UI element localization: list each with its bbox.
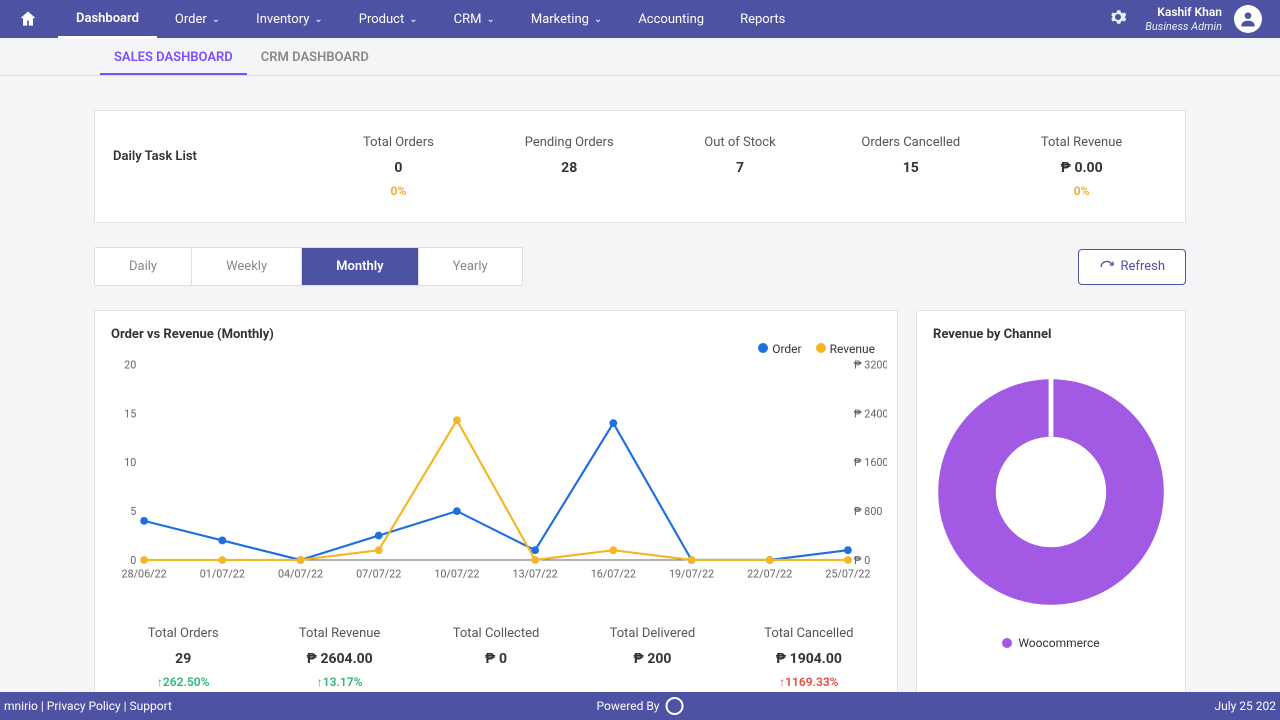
svg-text:22/07/22: 22/07/22 — [747, 568, 792, 581]
home-icon[interactable] — [18, 9, 38, 29]
svg-text:19/07/22: 19/07/22 — [669, 568, 714, 581]
nav-inventory[interactable]: Inventory⌄ — [238, 0, 341, 38]
svg-text:10/07/22: 10/07/22 — [434, 568, 479, 581]
svg-text:₱ 0: ₱ 0 — [854, 554, 871, 567]
daily-task-title: Daily Task List — [113, 135, 313, 164]
nav-order[interactable]: Order⌄ — [157, 0, 238, 38]
svg-text:13/07/22: 13/07/22 — [513, 568, 558, 581]
summary-item: Total Collected₱ 0 — [418, 626, 574, 689]
user-role: Business Admin — [1145, 20, 1222, 33]
footer-date: July 25 202 — [1214, 699, 1276, 713]
donut-legend: Woocommerce — [1002, 636, 1099, 650]
period-daily[interactable]: Daily — [95, 248, 192, 285]
summary-item: Total Delivered₱ 200 — [574, 626, 730, 689]
nav-reports[interactable]: Reports — [722, 0, 803, 38]
summary-item: Total Orders29↑262.50% — [105, 626, 261, 689]
line-chart-title: Order vs Revenue (Monthly) — [105, 327, 887, 342]
nav-crm[interactable]: CRM⌄ — [436, 0, 513, 38]
donut-chart — [931, 372, 1171, 612]
svg-text:28/06/22: 28/06/22 — [122, 568, 167, 581]
svg-text:04/07/22: 04/07/22 — [278, 568, 323, 581]
stat-item: Pending Orders28 — [484, 135, 655, 198]
svg-text:5: 5 — [130, 505, 136, 518]
nav-product[interactable]: Product⌄ — [341, 0, 436, 38]
refresh-button[interactable]: Refresh — [1078, 249, 1186, 285]
tab-crm-dashboard[interactable]: CRM DASHBOARD — [247, 42, 383, 75]
period-yearly[interactable]: Yearly — [419, 248, 522, 285]
summary-item: Total Revenue₱ 2604.00↑13.17% — [261, 626, 417, 689]
user-menu[interactable]: Kashif Khan Business Admin — [1145, 5, 1262, 33]
nav-marketing[interactable]: Marketing⌄ — [513, 0, 620, 38]
user-name: Kashif Khan — [1145, 5, 1222, 19]
svg-text:₱ 2400: ₱ 2400 — [854, 407, 887, 420]
top-nav: DashboardOrder⌄Inventory⌄Product⌄CRM⌄Mar… — [0, 0, 1280, 38]
svg-text:16/07/22: 16/07/22 — [591, 568, 636, 581]
svg-text:15: 15 — [124, 407, 136, 420]
period-row: DailyWeeklyMonthlyYearly Refresh — [94, 247, 1186, 286]
stat-item: Total Orders00% — [313, 135, 484, 198]
brand-icon — [665, 697, 683, 715]
stat-item: Total Revenue₱ 0.000% — [996, 135, 1167, 198]
nav-dashboard[interactable]: Dashboard — [58, 0, 157, 38]
period-monthly[interactable]: Monthly — [302, 248, 418, 285]
avatar-icon[interactable] — [1234, 5, 1262, 33]
svg-text:07/07/22: 07/07/22 — [356, 568, 401, 581]
tab-sales-dashboard[interactable]: SALES DASHBOARD — [100, 42, 247, 75]
svg-text:0: 0 — [130, 554, 136, 567]
svg-text:₱ 800: ₱ 800 — [854, 505, 883, 518]
period-toggle: DailyWeeklyMonthlyYearly — [94, 247, 523, 286]
revenue-by-channel-card: Revenue by Channel Woocommerce — [916, 310, 1186, 708]
svg-text:₱ 3200: ₱ 3200 — [854, 358, 887, 371]
stat-item: Orders Cancelled15 — [825, 135, 996, 198]
line-chart: 0 5 10 15 20 ₱ 0 ₱ 800 ₱ 1600 ₱ 2400 ₱ 3200 28/06/… — [105, 342, 887, 602]
svg-text:₱ 1600: ₱ 1600 — [854, 456, 887, 469]
donut-chart-title: Revenue by Channel — [927, 327, 1175, 342]
svg-text:25/07/22: 25/07/22 — [825, 568, 870, 581]
dashboard-tabs: SALES DASHBOARDCRM DASHBOARD — [0, 40, 1280, 76]
period-weekly[interactable]: Weekly — [192, 248, 302, 285]
stat-item: Out of Stock7 — [655, 135, 826, 198]
order-vs-revenue-card: Order vs Revenue (Monthly) Order Revenue… — [94, 310, 898, 708]
svg-text:20: 20 — [124, 358, 136, 371]
line-chart-legend: Order Revenue — [758, 342, 875, 356]
svg-text:01/07/22: 01/07/22 — [200, 568, 245, 581]
settings-icon[interactable] — [1109, 8, 1127, 30]
footer-bar: mnirio | Privacy Policy | Support Powere… — [0, 692, 1280, 720]
footer-links[interactable]: mnirio | Privacy Policy | Support — [4, 699, 172, 713]
svg-text:10: 10 — [124, 456, 136, 469]
daily-task-card: Daily Task List Total Orders00%Pending O… — [94, 110, 1186, 223]
nav-accounting[interactable]: Accounting — [620, 0, 722, 38]
refresh-label: Refresh — [1121, 259, 1165, 274]
summary-item: Total Cancelled₱ 1904.00↑1169.33% — [731, 626, 887, 689]
